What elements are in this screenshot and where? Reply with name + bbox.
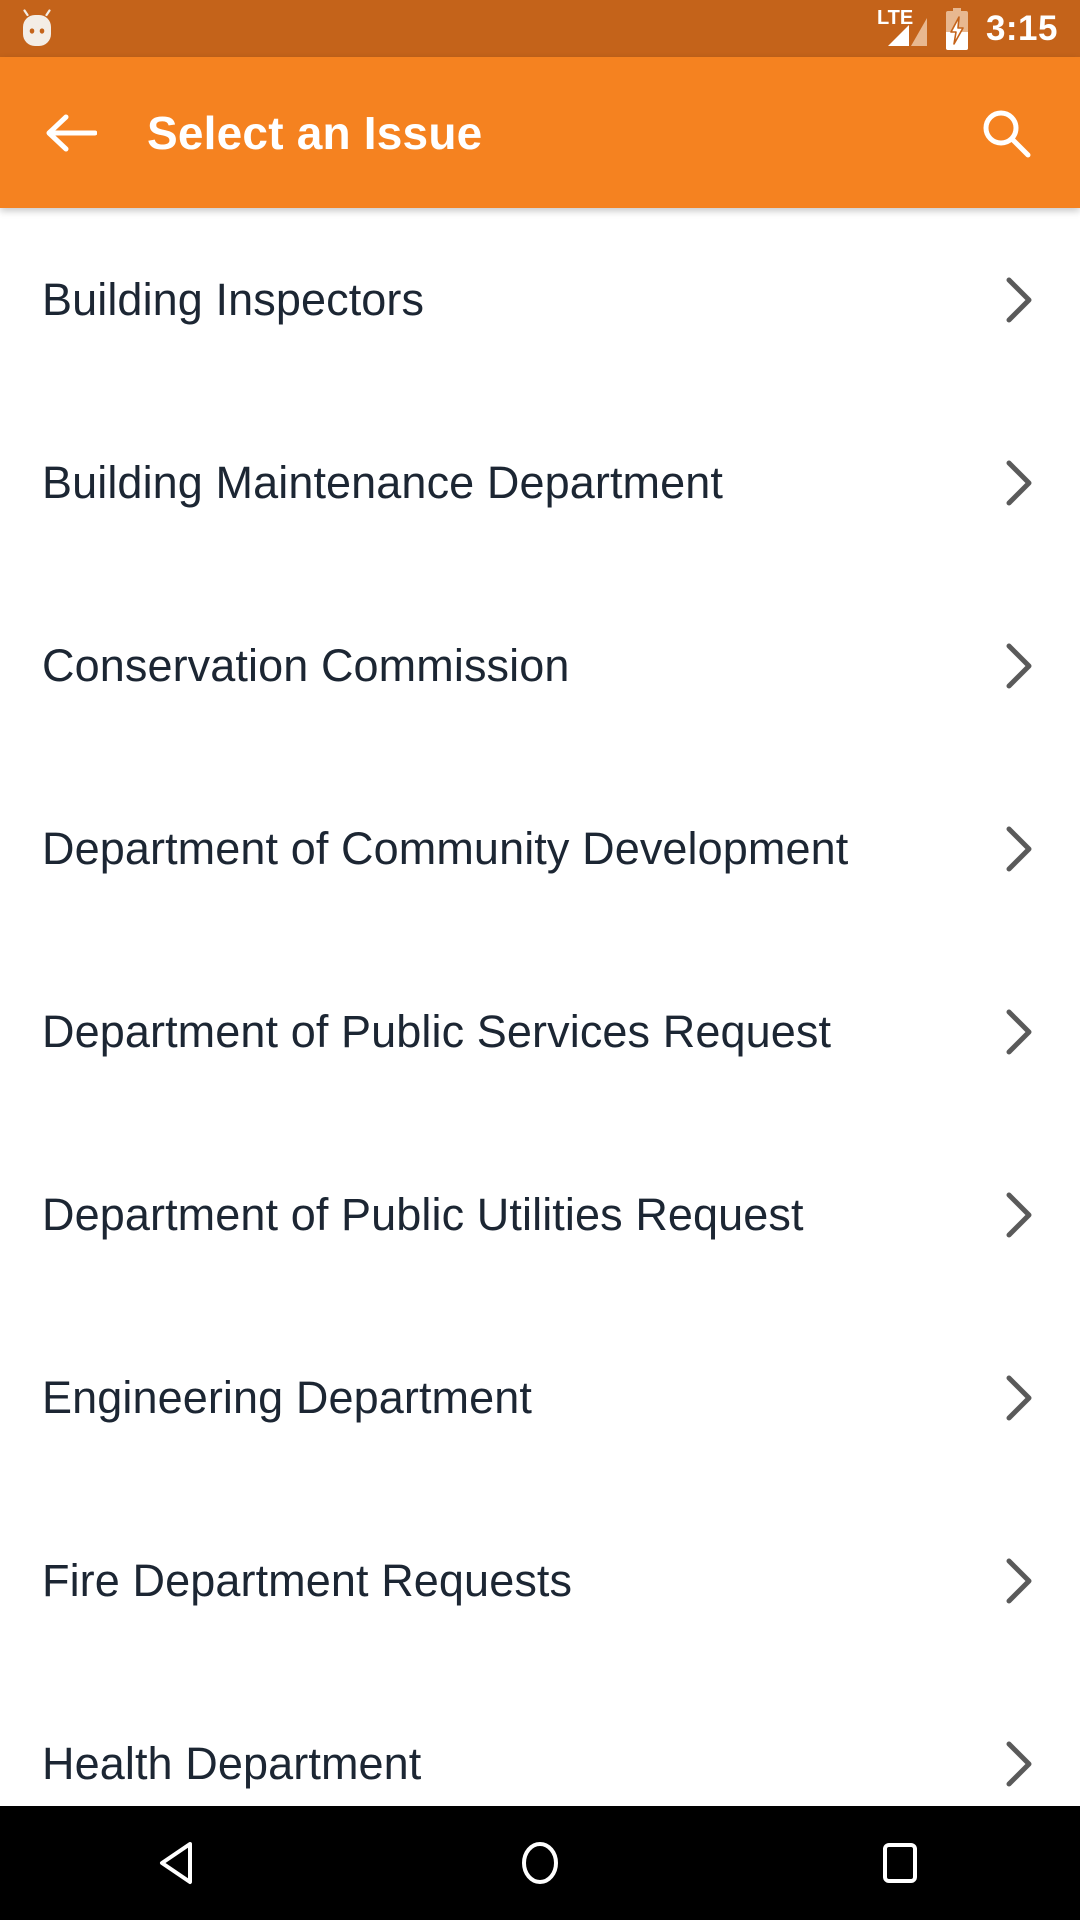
list-item-label: Health Department bbox=[42, 1737, 422, 1789]
list-item[interactable]: Department of Community Development bbox=[0, 757, 1080, 940]
list-item[interactable]: Engineering Department bbox=[0, 1306, 1080, 1489]
list-item-label: Building Maintenance Department bbox=[42, 456, 724, 508]
chevron-right-icon bbox=[1006, 1192, 1032, 1237]
chevron-right-icon bbox=[1006, 826, 1032, 871]
search-icon bbox=[983, 110, 1031, 157]
list-item[interactable]: Building Inspectors bbox=[0, 208, 1080, 391]
signal-bars-icon: LTE bbox=[876, 8, 928, 49]
list-item-label: Department of Public Utilities Request bbox=[42, 1188, 804, 1240]
status-bar-right: LTE 3:15 bbox=[876, 7, 1080, 50]
back-button[interactable] bbox=[42, 104, 100, 162]
nav-recents-button[interactable] bbox=[720, 1806, 1080, 1920]
list-item-label: Department of Public Services Request bbox=[42, 1005, 832, 1057]
list-item-label: Department of Community Development bbox=[42, 822, 849, 874]
phone-screen: LTE 3:15 Select an Issue Building Inspec… bbox=[0, 0, 1080, 1920]
battery-charging-icon bbox=[942, 7, 972, 50]
status-bar-left bbox=[0, 8, 56, 49]
chevron-right-icon bbox=[1006, 1558, 1032, 1603]
list-item[interactable]: Fire Department Requests bbox=[0, 1489, 1080, 1672]
chevron-right-icon bbox=[1006, 1009, 1032, 1054]
search-button[interactable] bbox=[976, 103, 1036, 163]
android-navigation-bar bbox=[0, 1806, 1080, 1920]
list-item[interactable]: Department of Public Services Request bbox=[0, 940, 1080, 1123]
chevron-right-icon bbox=[1006, 1375, 1032, 1420]
chevron-right-icon bbox=[1006, 460, 1032, 505]
triangle-back-icon bbox=[160, 1842, 192, 1884]
list-item[interactable]: Health Department bbox=[0, 1672, 1080, 1806]
status-bar-clock: 3:15 bbox=[985, 8, 1058, 48]
list-item[interactable]: Department of Public Utilities Request bbox=[0, 1123, 1080, 1306]
circle-home-icon bbox=[522, 1842, 558, 1884]
android-mascot-icon bbox=[18, 8, 56, 49]
chevron-right-icon bbox=[1006, 277, 1032, 322]
list-item[interactable]: Building Maintenance Department bbox=[0, 391, 1080, 574]
nav-home-button[interactable] bbox=[360, 1806, 720, 1920]
chevron-right-icon bbox=[1006, 643, 1032, 688]
nav-back-button[interactable] bbox=[0, 1806, 360, 1920]
chevron-right-icon bbox=[1006, 1741, 1032, 1786]
issue-list[interactable]: Building Inspectors Building Maintenance… bbox=[0, 208, 1080, 1806]
list-item[interactable]: Conservation Commission bbox=[0, 574, 1080, 757]
square-recents-icon bbox=[883, 1843, 917, 1883]
list-item-label: Engineering Department bbox=[42, 1371, 532, 1423]
list-item-label: Conservation Commission bbox=[42, 639, 570, 691]
list-item-label: Building Inspectors bbox=[42, 273, 425, 325]
status-bar: LTE 3:15 bbox=[0, 0, 1080, 57]
page-title: Select an Issue bbox=[147, 106, 483, 159]
list-item-label: Fire Department Requests bbox=[42, 1554, 573, 1606]
app-bar: Select an Issue bbox=[0, 57, 1080, 208]
arrow-left-icon bbox=[46, 114, 97, 151]
